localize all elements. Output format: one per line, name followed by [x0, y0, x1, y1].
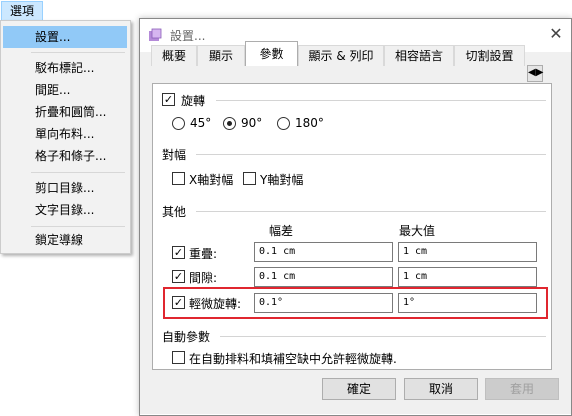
close-icon[interactable]: ✕: [544, 23, 568, 45]
ok-button[interactable]: 確定: [322, 378, 396, 400]
apply-button[interactable]: 套用: [485, 378, 559, 400]
radio-90-label: 90°: [241, 116, 263, 130]
group-divider: [216, 100, 546, 101]
menu-item-text-list[interactable]: 文字目錄...: [3, 199, 127, 221]
menu-item-plaid-stripe[interactable]: 格子和條子...: [3, 145, 127, 167]
other-group-title: 其他: [162, 205, 187, 219]
auto-slight-rotation-checkbox[interactable]: [172, 351, 185, 364]
gap-max-input[interactable]: 1 cm: [398, 267, 537, 287]
menu-item-lock-guide[interactable]: 鎖定導線: [3, 229, 127, 251]
tab-general[interactable]: 概要: [151, 45, 197, 66]
radio-90[interactable]: [223, 117, 236, 130]
x-align-label: X軸對幅: [189, 173, 234, 187]
tab-scroll-arrows[interactable]: ◀▶: [527, 65, 543, 82]
y-align-label: Y軸對幅: [260, 173, 304, 187]
menu-item-fold-tube[interactable]: 折疊和圓筒...: [3, 101, 127, 123]
menu-item-one-way[interactable]: 單向布料...: [3, 123, 127, 145]
max-header: 最大值: [399, 224, 436, 238]
group-divider: [196, 154, 546, 155]
cancel-button[interactable]: 取消: [404, 378, 478, 400]
parameters-panel: [152, 83, 552, 370]
menu-separator: [31, 52, 125, 53]
menu-item-spacing[interactable]: 間距...: [3, 79, 127, 101]
gap-label: 間隙:: [189, 271, 218, 285]
highlight-box: [163, 287, 548, 319]
menu-separator: [31, 226, 125, 227]
rotation-checkbox[interactable]: ✓: [162, 93, 175, 106]
dialog-title: 設置...: [170, 29, 206, 43]
menu-options[interactable]: 選項: [1, 1, 43, 21]
align-group-title: 對幅: [162, 148, 187, 162]
group-divider: [220, 336, 546, 337]
radio-180-label: 180°: [295, 116, 324, 130]
app-icon: [149, 28, 162, 41]
tolerance-header: 幅差: [269, 224, 294, 238]
overlap-label: 重疊:: [189, 247, 218, 261]
tab-parameters[interactable]: 參數: [245, 41, 298, 66]
gap-tolerance-input[interactable]: 0.1 cm: [254, 267, 393, 287]
tab-compat-language[interactable]: 相容語言: [384, 45, 454, 66]
radio-45-label: 45°: [190, 116, 212, 130]
radio-180[interactable]: [277, 117, 290, 130]
menu-item-notch-list[interactable]: 剪口目錄...: [3, 177, 127, 199]
rotation-label: 旋轉: [181, 94, 206, 108]
auto-group-title: 自動參數: [162, 330, 211, 344]
radio-45[interactable]: [172, 117, 185, 130]
tab-cut-settings[interactable]: 切割設置: [454, 45, 525, 66]
auto-slight-rotation-label: 在自動排料和填補空缺中允許輕微旋轉.: [189, 352, 397, 366]
menu-separator: [31, 172, 125, 173]
group-divider: [196, 211, 546, 212]
tab-display[interactable]: 顯示: [197, 45, 245, 66]
menu-item-piece-marker[interactable]: 駁布標記...: [3, 57, 127, 79]
menu-item-settings[interactable]: 設置...: [3, 26, 127, 48]
options-menu: 設置... 駁布標記... 間距... 折疊和圓筒... 單向布料... 格子和…: [0, 20, 131, 254]
overlap-checkbox[interactable]: ✓: [172, 246, 185, 259]
x-align-checkbox[interactable]: [172, 172, 185, 185]
y-align-checkbox[interactable]: [243, 172, 256, 185]
tab-display-print[interactable]: 顯示 & 列印: [298, 45, 384, 66]
overlap-max-input[interactable]: 1 cm: [398, 242, 537, 262]
gap-checkbox[interactable]: ✓: [172, 270, 185, 283]
overlap-tolerance-input[interactable]: 0.1 cm: [254, 242, 393, 262]
